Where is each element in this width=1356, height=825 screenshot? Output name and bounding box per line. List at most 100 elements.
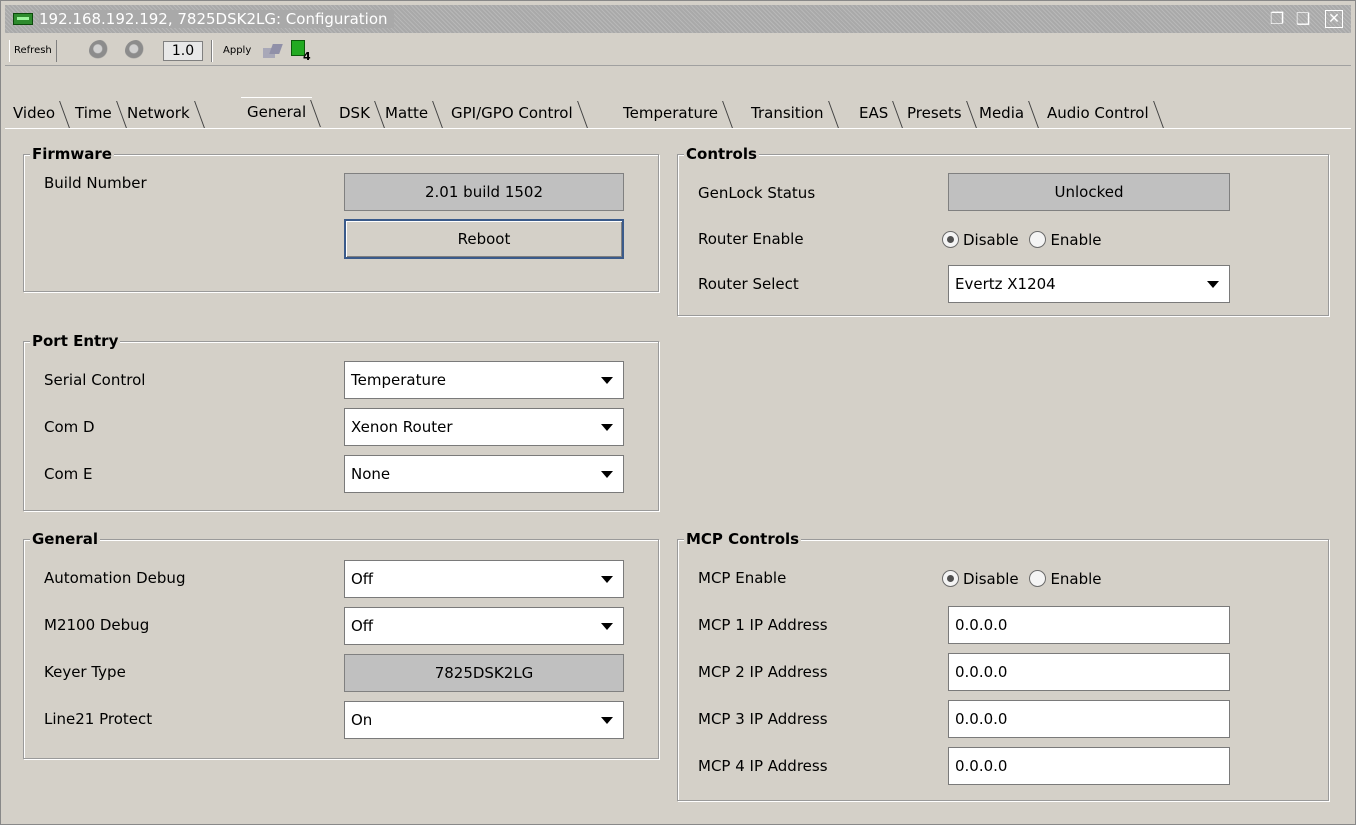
- mcp-enable-radio-group: Disable Enable: [942, 570, 1102, 592]
- automation-debug-value: Off: [351, 570, 374, 588]
- controls-group: Controls GenLock Status Unlocked Router …: [677, 145, 1329, 316]
- firmware-title: Firmware: [30, 145, 114, 163]
- mcp3-ip-input[interactable]: 0.0.0.0: [948, 700, 1230, 738]
- mcp-enable-label: MCP Enable: [698, 569, 787, 587]
- radio-unselected-icon[interactable]: [1029, 570, 1047, 587]
- automation-debug-select[interactable]: Off: [344, 560, 624, 598]
- line21-protect-select[interactable]: On: [344, 701, 624, 739]
- com-e-select[interactable]: None: [344, 455, 624, 493]
- radio-selected-icon[interactable]: [942, 231, 959, 248]
- chevron-down-icon: [601, 377, 613, 384]
- tab-network[interactable]: Network: [121, 99, 196, 128]
- router-enable-label: Router Enable: [698, 230, 804, 248]
- tab-video[interactable]: Video: [7, 99, 61, 128]
- automation-debug-label: Automation Debug: [44, 569, 186, 587]
- reboot-button[interactable]: Reboot: [344, 219, 624, 259]
- tab-presets[interactable]: Presets: [901, 99, 968, 128]
- card-icon: [13, 13, 33, 25]
- gear-minus-icon[interactable]: [125, 40, 147, 62]
- line21-protect-value: On: [351, 711, 373, 729]
- router-select-label: Router Select: [698, 275, 799, 293]
- m2100-debug-value: Off: [351, 617, 374, 635]
- firmware-group: Firmware Build Number 2.01 build 1502 Re…: [23, 145, 659, 292]
- mcp2-ip-label: MCP 2 IP Address: [698, 663, 828, 681]
- chevron-down-icon: [1207, 281, 1219, 288]
- toolbar: Refresh 1.0 Apply 4: [5, 36, 1351, 66]
- router-disable-label: Disable: [963, 231, 1019, 249]
- serial-control-select[interactable]: Temperature: [344, 361, 624, 399]
- window-title: 192.168.192.192, 7825DSK2LG: Configurati…: [39, 10, 394, 28]
- com-d-label: Com D: [44, 418, 95, 436]
- tab-temperature[interactable]: Temperature: [617, 99, 724, 128]
- mcp-disable-option[interactable]: Disable: [942, 570, 1019, 588]
- mcp2-ip-input[interactable]: 0.0.0.0: [948, 653, 1230, 691]
- tab-bar: Video Time Network General DSK Matte GPI…: [5, 97, 1351, 129]
- maximize-icon[interactable]: ❑: [1293, 9, 1313, 29]
- general-tab-content: Firmware Build Number 2.01 build 1502 Re…: [5, 130, 1351, 820]
- mcp4-ip-input[interactable]: 0.0.0.0: [948, 747, 1230, 785]
- com-e-value: None: [351, 465, 391, 483]
- router-enable-option[interactable]: Enable: [1029, 231, 1102, 249]
- zoom-level[interactable]: 1.0: [163, 41, 203, 61]
- router-select-value: Evertz X1204: [955, 275, 1056, 293]
- general-group: General Automation Debug Off M2100 Debug…: [23, 530, 659, 759]
- port-entry-group: Port Entry Serial Control Temperature Co…: [23, 332, 659, 511]
- title-bar[interactable]: 192.168.192.192, 7825DSK2LG: Configurati…: [5, 5, 1351, 33]
- genlock-status-value: Unlocked: [948, 173, 1230, 211]
- mcp-enable-option[interactable]: Enable: [1029, 570, 1102, 588]
- close-icon[interactable]: ✕: [1325, 10, 1343, 28]
- com-e-label: Com E: [44, 465, 93, 483]
- mcp3-ip-value: 0.0.0.0: [955, 710, 1008, 728]
- com-d-value: Xenon Router: [351, 418, 453, 436]
- restore-icon[interactable]: ❐: [1267, 9, 1287, 29]
- mcp-controls-title: MCP Controls: [684, 530, 802, 548]
- line21-protect-label: Line21 Protect: [44, 710, 153, 728]
- port-entry-title: Port Entry: [30, 332, 121, 350]
- tab-matte[interactable]: Matte: [379, 99, 434, 128]
- m2100-debug-select[interactable]: Off: [344, 607, 624, 645]
- config-window: 192.168.192.192, 7825DSK2LG: Configurati…: [0, 0, 1356, 825]
- tab-eas[interactable]: EAS: [853, 99, 894, 128]
- chevron-down-icon: [601, 623, 613, 630]
- mcp1-ip-input[interactable]: 0.0.0.0: [948, 606, 1230, 644]
- m2100-debug-label: M2100 Debug: [44, 616, 150, 634]
- mcp2-ip-value: 0.0.0.0: [955, 663, 1008, 681]
- chevron-down-icon: [601, 576, 613, 583]
- mcp-controls-group: MCP Controls MCP Enable Disable Enable M…: [677, 530, 1329, 801]
- chip-icon[interactable]: 4: [291, 40, 315, 63]
- tab-gpi-gpo[interactable]: GPI/GPO Control: [445, 99, 579, 128]
- build-number-value: 2.01 build 1502: [344, 173, 624, 211]
- tab-audio-control[interactable]: Audio Control: [1041, 99, 1155, 128]
- mcp4-ip-value: 0.0.0.0: [955, 757, 1008, 775]
- router-enable-option-label: Enable: [1050, 231, 1102, 249]
- tab-time[interactable]: Time: [69, 99, 118, 128]
- mcp-enable-option-label: Enable: [1050, 570, 1102, 588]
- router-enable-radio-group: Disable Enable: [942, 231, 1102, 253]
- gear-icon[interactable]: [89, 40, 111, 62]
- radio-unselected-icon[interactable]: [1029, 231, 1047, 248]
- mcp1-ip-label: MCP 1 IP Address: [698, 616, 828, 634]
- tab-transition[interactable]: Transition: [745, 99, 830, 128]
- serial-control-label: Serial Control: [44, 371, 146, 389]
- chevron-down-icon: [601, 471, 613, 478]
- mcp4-ip-label: MCP 4 IP Address: [698, 757, 828, 775]
- mcp1-ip-value: 0.0.0.0: [955, 616, 1008, 634]
- build-number-label: Build Number: [44, 174, 147, 192]
- tab-general[interactable]: General: [241, 97, 313, 128]
- router-select-dropdown[interactable]: Evertz X1204: [948, 265, 1230, 303]
- keyer-type-value: 7825DSK2LG: [344, 654, 624, 692]
- chevron-down-icon: [601, 424, 613, 431]
- router-disable-option[interactable]: Disable: [942, 231, 1019, 249]
- tab-divider: [5, 128, 1351, 129]
- tab-dsk[interactable]: DSK: [333, 99, 376, 128]
- tab-media[interactable]: Media: [973, 99, 1030, 128]
- keyer-type-label: Keyer Type: [44, 663, 126, 681]
- apply-button[interactable]: Apply: [223, 40, 251, 62]
- general-title: General: [30, 530, 100, 548]
- chevron-down-icon: [601, 717, 613, 724]
- refresh-button[interactable]: Refresh: [9, 40, 57, 62]
- radio-selected-icon[interactable]: [942, 570, 959, 587]
- mcp-disable-label: Disable: [963, 570, 1019, 588]
- com-d-select[interactable]: Xenon Router: [344, 408, 624, 446]
- apply-icon[interactable]: [261, 42, 283, 60]
